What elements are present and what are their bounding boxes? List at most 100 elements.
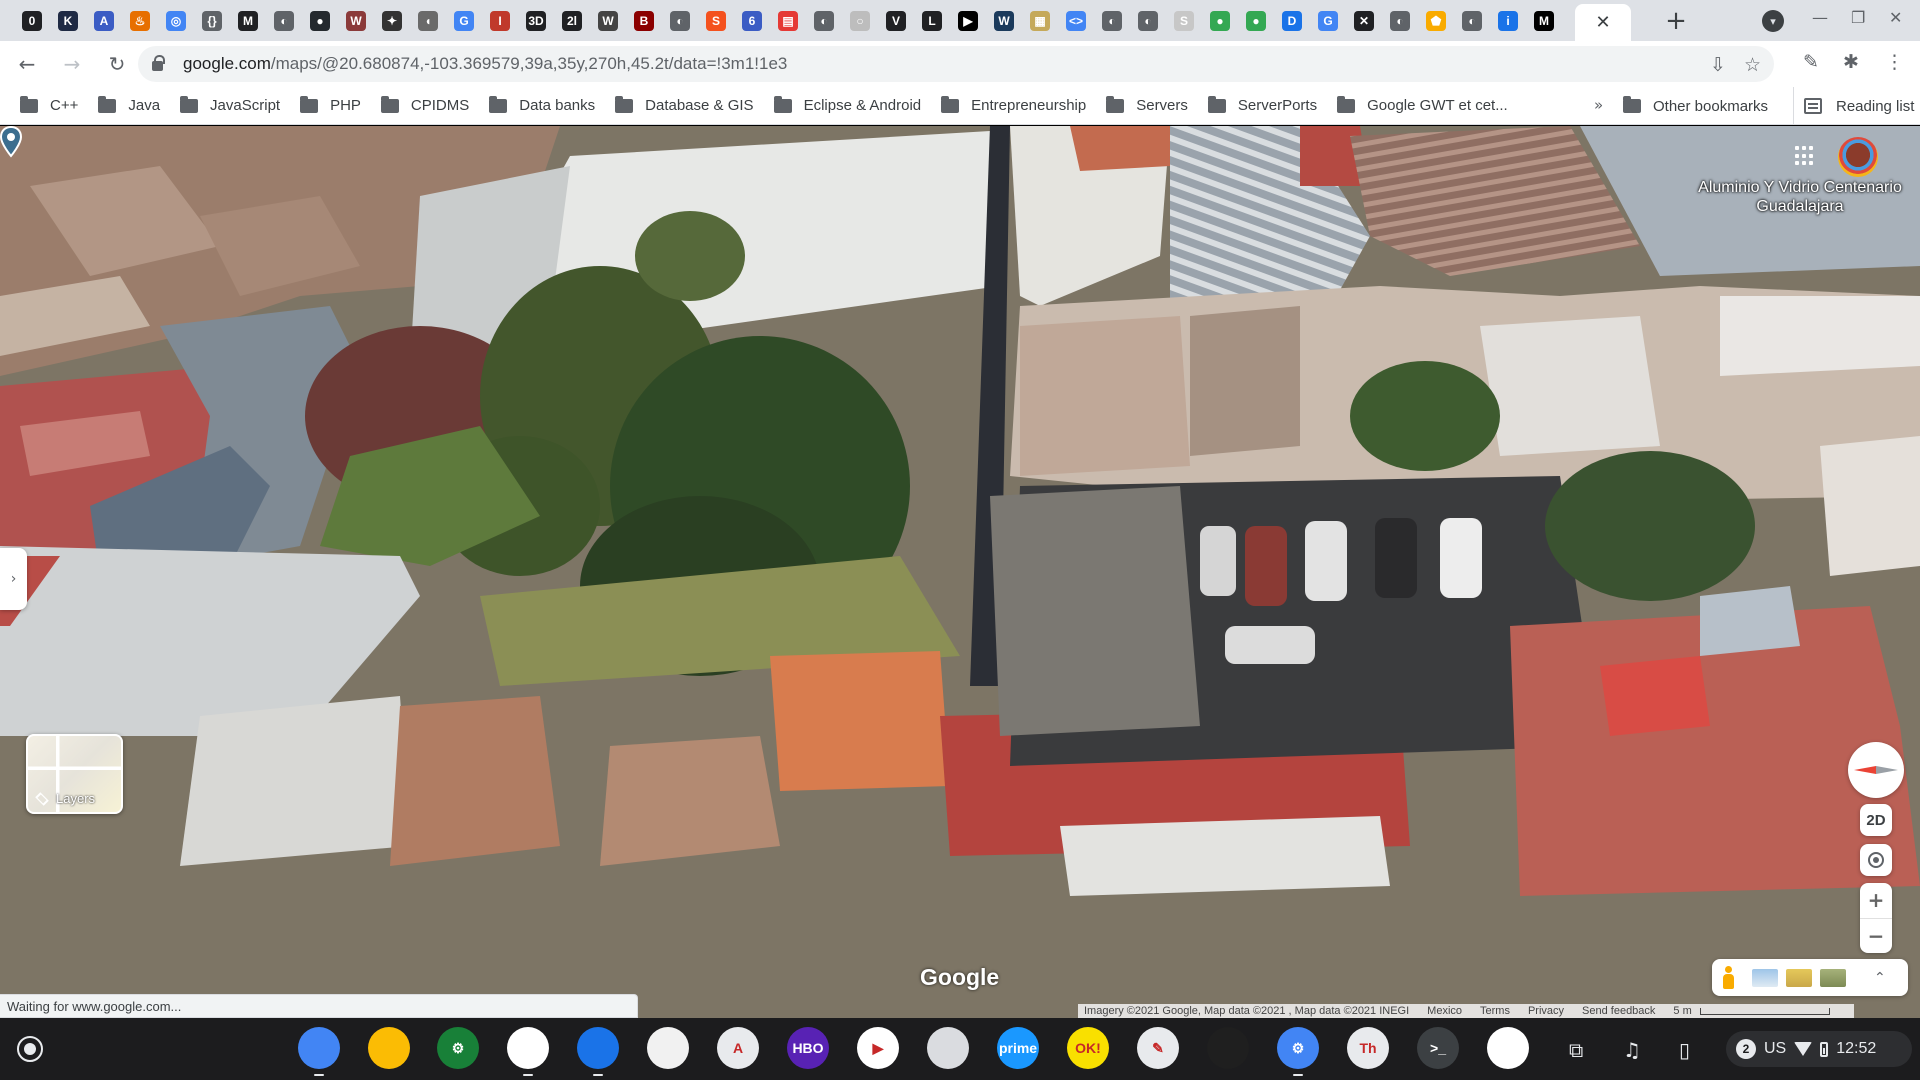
place-label[interactable]: Aluminio Y Vidrio Centenario Guadalajara [1680,178,1920,216]
pinned-tab[interactable]: 6 [734,0,770,41]
back-icon[interactable]: ← [9,46,45,82]
text-app-icon[interactable]: Th [1347,1027,1389,1069]
google-apps-icon[interactable] [1795,146,1815,166]
window-close-icon[interactable]: ✕ [1889,8,1902,27]
bookmark-folder[interactable]: Java [98,95,160,114]
compass-button[interactable] [1848,742,1904,798]
pinned-tab[interactable]: 3D [518,0,554,41]
chrome-settings-app-icon[interactable]: ⚙ [1277,1027,1319,1069]
pinned-tab[interactable]: ◐ [1094,0,1130,41]
bookmark-folder[interactable]: CPIDMS [380,95,469,114]
bookmark-folder[interactable]: Servers [1106,95,1188,114]
pinned-tab[interactable]: 2l [554,0,590,41]
pinned-tab[interactable]: <> [1058,0,1094,41]
pinned-tab[interactable]: G [1310,0,1346,41]
account-avatar[interactable] [1838,137,1878,177]
imagery-thumbnail-2[interactable] [1786,968,1812,987]
toggle-2d-button[interactable]: 2D [1860,804,1892,836]
bookmark-folder[interactable]: Entrepreneurship [941,95,1086,114]
pinned-tab[interactable]: L [914,0,950,41]
pegman-icon[interactable] [1722,965,1734,990]
youtube-app-icon[interactable]: ▶ [857,1027,899,1069]
bookmark-folder[interactable]: Database & GIS [615,95,754,114]
pinned-tab[interactable]: ▶ [950,0,986,41]
pinned-tab[interactable]: ♨ [122,0,158,41]
pinned-tab[interactable]: ✕ [1346,0,1382,41]
pinned-tab[interactable]: ◐ [1130,0,1166,41]
my-location-button[interactable] [1860,844,1892,876]
vscode-app-icon[interactable] [1207,1027,1249,1069]
chrome-app-icon[interactable] [298,1027,340,1069]
pinned-tab[interactable]: ● [1202,0,1238,41]
pinned-tab[interactable]: {} [194,0,230,41]
bookmark-folder[interactable]: Eclipse & Android [773,95,921,114]
ok-app-icon[interactable]: OK! [1067,1027,1109,1069]
pinned-tab[interactable]: ◐ [1454,0,1490,41]
pinned-tab[interactable]: A [86,0,122,41]
forward-icon[interactable]: → [54,46,90,82]
country-link[interactable]: Mexico [1427,1005,1462,1017]
pinned-tab[interactable]: B [626,0,662,41]
bookmark-folder[interactable]: C++ [20,95,78,114]
pinned-tab[interactable]: ○ [842,0,878,41]
drive-app-icon[interactable] [507,1027,549,1069]
imagery-thumbnail-1[interactable] [1752,968,1778,987]
expand-side-panel-button[interactable]: › [0,548,27,610]
active-tab-google-maps[interactable]: ✕ [1575,4,1631,41]
screen-capture-icon[interactable]: ⧉ [1569,1038,1583,1062]
terminal-app-icon[interactable]: >_ [1417,1027,1459,1069]
pinned-tab[interactable]: ◖ [410,0,446,41]
pinned-tab[interactable]: ◐ [266,0,302,41]
map-pin-icon[interactable] [0,126,22,158]
send-feedback-link[interactable]: Send feedback [1582,1005,1655,1017]
pinned-tab[interactable]: W [590,0,626,41]
lock-icon[interactable] [152,55,165,71]
slides-app-icon[interactable] [647,1027,689,1069]
pinned-tab[interactable]: ✦ [374,0,410,41]
pinned-tab[interactable]: S [698,0,734,41]
pinned-tab[interactable]: D [1274,0,1310,41]
photos-app-icon[interactable] [368,1027,410,1069]
files-app-icon[interactable] [577,1027,619,1069]
pinned-tab[interactable]: I [482,0,518,41]
pinned-tab[interactable]: V [878,0,914,41]
bookmarks-overflow-button[interactable]: » [1594,96,1603,114]
bookmark-folder[interactable]: PHP [300,95,361,114]
pinned-tab[interactable]: i [1490,0,1526,41]
pinned-tab[interactable]: ◐ [1382,0,1418,41]
pinned-tab[interactable]: ◎ [158,0,194,41]
settings-app-icon[interactable]: ⚙ [437,1027,479,1069]
tab-search-icon[interactable]: ▾ [1762,10,1784,32]
pinned-tab[interactable]: K [50,0,86,41]
map-canvas[interactable]: › Aluminio Y Vidrio Centenario Guadalaja… [0,126,1920,1018]
extensions-puzzle-icon[interactable]: ✱ [1843,51,1859,73]
phone-hub-icon[interactable]: ▯ [1679,1038,1690,1062]
pinned-tab[interactable]: ▤ [770,0,806,41]
other-bookmarks-folder[interactable]: Other bookmarks [1623,87,1768,125]
extension-pen-icon[interactable]: ✎ [1803,51,1819,73]
new-tab-button[interactable]: + [1658,6,1694,36]
pinned-tab[interactable]: G [446,0,482,41]
bookmark-folder[interactable]: JavaScript [180,95,280,114]
url-text[interactable]: google.com/maps/@20.680874,-103.369579,3… [183,54,787,74]
pinned-tab[interactable]: M [230,0,266,41]
pinned-tab[interactable]: S [1166,0,1202,41]
bookmark-folder[interactable]: ServerPorts [1207,95,1317,114]
linux-penguin-app-icon[interactable] [927,1027,969,1069]
zoom-in-button[interactable]: + [1860,883,1892,919]
store-app-icon[interactable] [1487,1027,1529,1069]
launcher-button[interactable] [17,1036,43,1062]
pinned-tab[interactable]: M [1526,0,1562,41]
bookmark-star-icon[interactable]: ☆ [1744,54,1761,76]
prime-video-app-icon[interactable]: prime [997,1027,1039,1069]
system-tray[interactable]: 2 US 12:52 [1726,1031,1912,1067]
restore-icon[interactable]: ❐ [1851,8,1865,27]
pinned-tab[interactable]: ● [1238,0,1274,41]
imagery-thumbnail-3[interactable] [1820,968,1846,987]
bookmark-folder[interactable]: Google GWT et cet... [1337,95,1508,114]
install-app-icon[interactable]: ⇩ [1710,54,1726,76]
zoom-out-button[interactable]: − [1860,919,1892,954]
pinned-tab[interactable]: ▦ [1022,0,1058,41]
pinned-tab[interactable]: ● [302,0,338,41]
pinned-tab[interactable]: ◐ [806,0,842,41]
